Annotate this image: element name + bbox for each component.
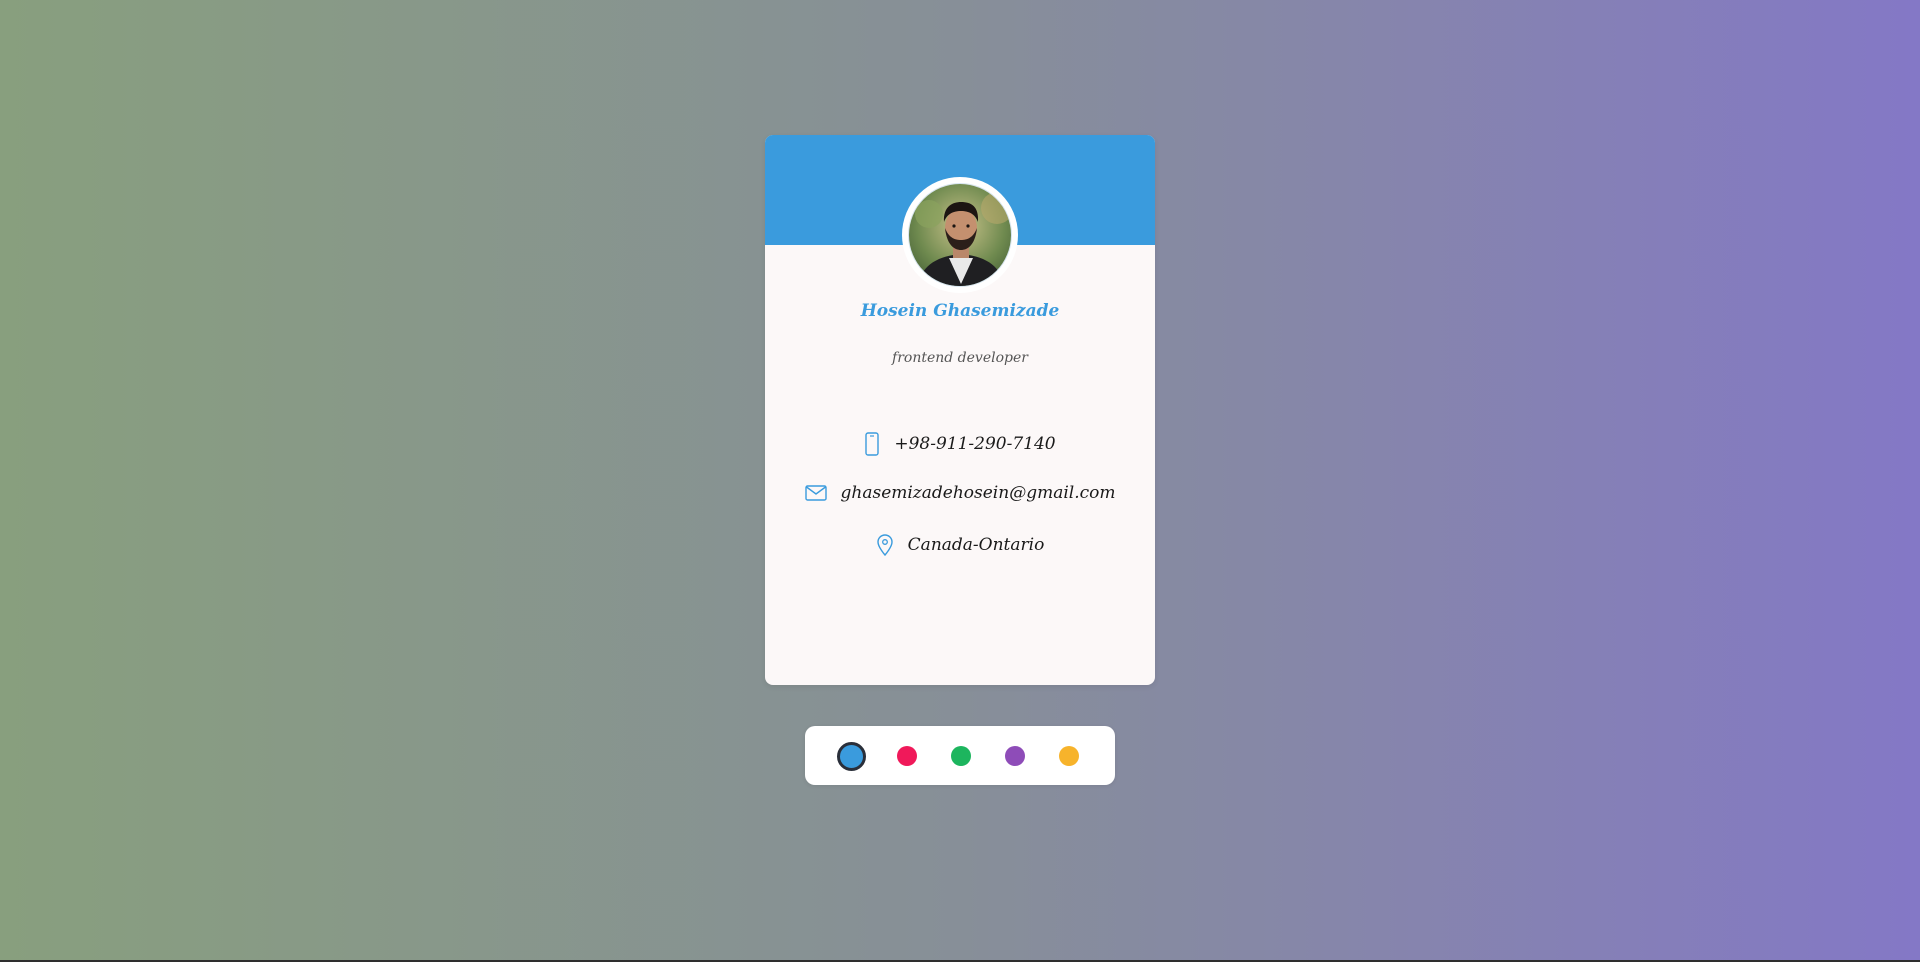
avatar-photo [908,183,1012,287]
swatch-yellow[interactable] [1059,746,1079,766]
location-text: Canada-Ontario [907,535,1045,555]
profile-card: Hosein Ghasemizade frontend developer +9… [765,135,1155,685]
swatch-blue[interactable] [837,742,866,771]
theme-color-picker [805,726,1115,785]
avatar [902,177,1018,293]
mail-icon [804,485,827,501]
contact-location[interactable]: Canada-Ontario [765,534,1155,556]
swatch-pink[interactable] [897,746,917,766]
phone-icon [864,432,880,456]
profile-role: frontend developer [892,350,1028,366]
profile-name: Hosein Ghasemizade [860,301,1060,321]
swatch-purple[interactable] [1005,746,1025,766]
contact-email[interactable]: ghasemizadehosein@gmail.com [765,483,1155,503]
email-address: ghasemizadehosein@gmail.com [840,483,1116,503]
contact-phone[interactable]: +98-911-290-7140 [765,432,1155,456]
map-pin-icon [876,534,894,556]
swatch-green[interactable] [951,746,971,766]
phone-number: +98-911-290-7140 [894,434,1056,454]
